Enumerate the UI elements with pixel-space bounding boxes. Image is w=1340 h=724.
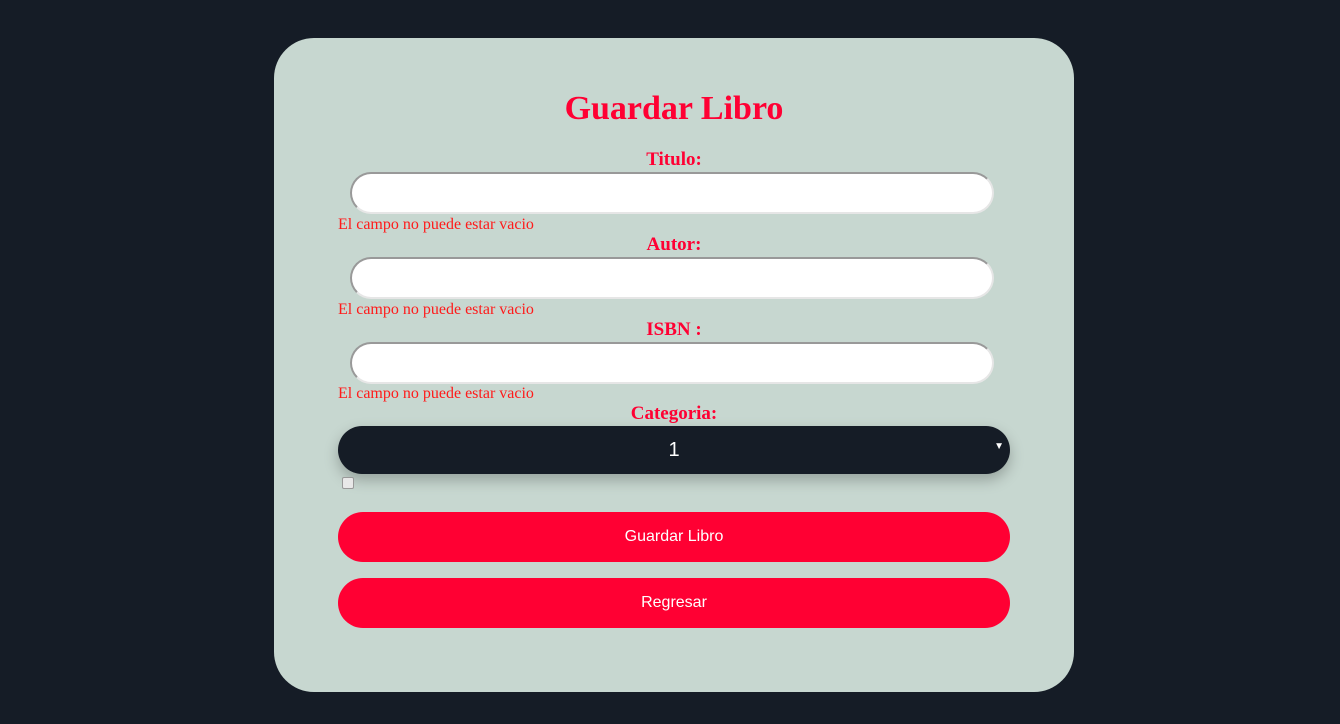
checkbox[interactable] <box>342 477 354 489</box>
category-label: Categoria: <box>630 403 718 424</box>
author-error: El campo no puede estar vacio <box>338 301 534 318</box>
page-title: Guardar Libro <box>564 90 784 127</box>
category-selected-value: 1 <box>668 438 680 461</box>
isbn-input[interactable] <box>350 342 994 384</box>
author-input[interactable] <box>350 257 994 299</box>
isbn-label: ISBN : <box>646 319 702 340</box>
title-input[interactable] <box>350 172 994 214</box>
isbn-error: El campo no puede estar vacio <box>338 385 534 402</box>
category-select[interactable]: 1 ▼ <box>338 426 1010 474</box>
author-label: Autor: <box>646 234 702 255</box>
book-form-card: Guardar Libro Titulo: El campo no puede … <box>274 38 1074 692</box>
title-error: El campo no puede estar vacio <box>338 216 534 233</box>
save-book-button[interactable]: Guardar Libro <box>338 512 1010 562</box>
title-label: Titulo: <box>646 149 702 170</box>
chevron-down-icon: ▼ <box>994 441 1004 452</box>
back-button[interactable]: Regresar <box>338 578 1010 628</box>
